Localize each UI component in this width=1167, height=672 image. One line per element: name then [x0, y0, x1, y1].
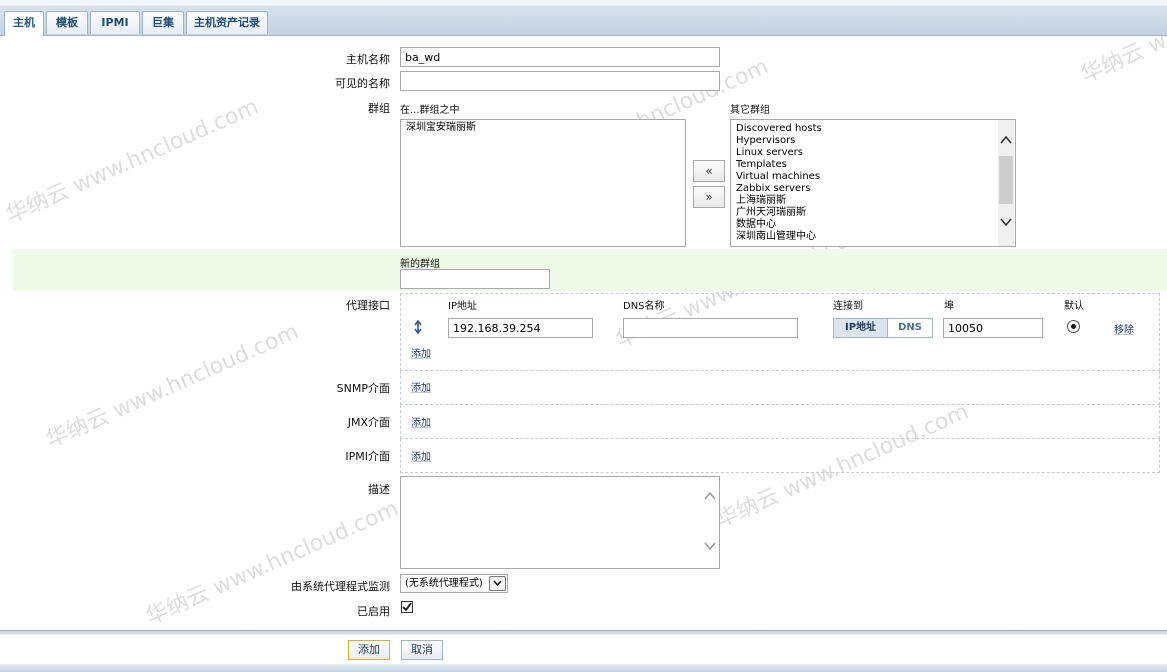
jmx-add-link[interactable]: 添加: [411, 414, 431, 429]
new-group-input[interactable]: [400, 269, 550, 289]
enabled-label: 已启用: [357, 605, 390, 618]
chevron-down-icon[interactable]: [1000, 216, 1012, 228]
connect-dns-button[interactable]: DNS: [887, 318, 933, 338]
chevron-up-icon[interactable]: [1000, 134, 1012, 146]
tab-ipmi[interactable]: IPMI: [90, 11, 140, 34]
list-item[interactable]: 上海瑞丽斯: [736, 195, 1010, 207]
description-label: 描述: [368, 483, 390, 496]
list-item[interactable]: Discovered hosts: [736, 123, 1010, 135]
agent-add-link[interactable]: 添加: [411, 345, 431, 360]
proxy-label: 由系统代理程式监测: [291, 580, 390, 593]
snmp-add-link[interactable]: 添加: [411, 379, 431, 394]
col-connect-header: 连接到: [833, 301, 863, 312]
remove-link[interactable]: 移除: [1114, 321, 1134, 336]
list-item[interactable]: Hypervisors: [736, 135, 1010, 147]
tab-macros[interactable]: 巨集: [142, 11, 184, 34]
proxy-select[interactable]: (无系统代理程式): [400, 574, 508, 593]
agent-interfaces-label: 代理接口: [346, 299, 390, 312]
proxy-selected-value: (无系统代理程式): [405, 578, 483, 589]
other-groups-list[interactable]: Discovered hosts Hypervisors Linux serve…: [730, 119, 1016, 247]
list-item[interactable]: Virtual machines: [736, 171, 1010, 183]
col-dns-header: DNS名称: [623, 301, 665, 312]
in-groups-label: 在...群组之中: [400, 105, 460, 116]
drag-handle-icon[interactable]: [413, 319, 423, 335]
list-item[interactable]: 广州天河瑞丽斯: [736, 207, 1010, 219]
list-item[interactable]: 深圳南山管理中心: [736, 231, 1010, 243]
add-button[interactable]: 添加: [348, 640, 390, 660]
tab-inventory[interactable]: 主机资产记录: [186, 11, 268, 34]
agent-ip-input[interactable]: [448, 318, 593, 338]
jmx-box: [400, 405, 1160, 439]
agent-dns-input[interactable]: [623, 318, 798, 338]
in-groups-list[interactable]: 深圳宝安瑞丽斯: [400, 119, 686, 247]
chevron-up-icon[interactable]: [704, 490, 716, 502]
visible-name-label: 可见的名称: [335, 77, 390, 90]
col-ip-header: IP地址: [448, 301, 477, 312]
list-item[interactable]: Templates: [736, 159, 1010, 171]
snmp-box: [400, 371, 1160, 405]
other-groups-scrollbar[interactable]: [998, 120, 1014, 246]
hostname-label: 主机名称: [346, 53, 390, 66]
other-groups-label: 其它群组: [730, 105, 770, 116]
new-group-label: 新的群组: [400, 259, 440, 270]
footer-divider: [0, 630, 1167, 635]
tab-bar: 主机 模板 IPMI 巨集 主机资产记录: [0, 0, 1167, 36]
new-group-row: [13, 249, 1167, 291]
list-item[interactable]: Linux servers: [736, 147, 1010, 159]
enabled-checkbox[interactable]: [401, 601, 413, 613]
move-left-button[interactable]: «: [693, 160, 725, 182]
visible-name-input[interactable]: [400, 71, 720, 91]
col-default-header: 默认: [1064, 301, 1084, 312]
connect-ip-button[interactable]: IP地址: [833, 318, 888, 338]
chevron-down-icon[interactable]: [489, 576, 506, 591]
col-port-header: 埠: [944, 301, 954, 312]
ipmi-label: IPMI介面: [345, 450, 390, 463]
groups-label: 群组: [368, 102, 390, 115]
snmp-label: SNMP介面: [336, 382, 390, 395]
default-radio[interactable]: [1067, 320, 1080, 333]
agent-port-input[interactable]: [943, 318, 1043, 338]
chevron-down-icon[interactable]: [704, 540, 716, 552]
hostname-input[interactable]: [400, 47, 720, 67]
jmx-label: JMX介面: [347, 416, 390, 429]
list-item[interactable]: 数据中心: [736, 219, 1010, 231]
ipmi-box: [400, 439, 1160, 473]
tab-host[interactable]: 主机: [4, 11, 44, 36]
list-item[interactable]: 深圳宝安瑞丽斯: [406, 122, 680, 134]
move-right-button[interactable]: »: [693, 186, 725, 208]
bottom-bar: [0, 664, 1167, 672]
cancel-button[interactable]: 取消: [401, 640, 443, 660]
scroll-thumb[interactable]: [999, 156, 1013, 204]
ipmi-add-link[interactable]: 添加: [411, 448, 431, 463]
tab-templates[interactable]: 模板: [46, 11, 88, 34]
description-textarea[interactable]: [400, 476, 720, 569]
list-item[interactable]: Zabbix servers: [736, 183, 1010, 195]
